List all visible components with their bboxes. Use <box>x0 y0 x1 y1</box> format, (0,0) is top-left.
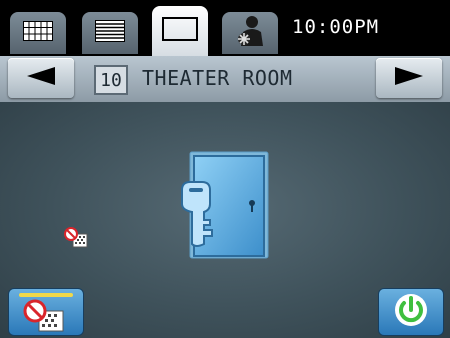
person-settings-icon <box>233 14 267 52</box>
tab-single-view[interactable] <box>152 6 208 56</box>
previous-room-button[interactable] <box>8 58 74 98</box>
grid-icon <box>23 21 53 45</box>
single-view-icon <box>162 17 198 45</box>
left-arrow-icon <box>27 67 55 89</box>
tab-user-settings[interactable] <box>222 12 278 54</box>
indicator-bar <box>19 293 73 297</box>
no-disturb-icon <box>23 299 67 335</box>
power-icon <box>393 292 429 332</box>
do-not-disturb-button[interactable] <box>8 288 84 336</box>
clock-time: 10:00PM <box>292 16 380 38</box>
tab-list-view[interactable] <box>82 12 138 54</box>
door-key-lock-icon[interactable] <box>176 148 272 264</box>
list-icon <box>95 20 125 46</box>
tab-grid-view[interactable] <box>10 12 66 54</box>
power-button[interactable] <box>378 288 444 336</box>
next-room-button[interactable] <box>376 58 442 98</box>
room-number: 10 <box>94 65 128 95</box>
no-disturb-icon <box>64 227 90 253</box>
room-name: THEATER ROOM <box>142 66 293 90</box>
right-arrow-icon <box>395 67 423 89</box>
top-bar: 10:00PM <box>0 0 450 56</box>
